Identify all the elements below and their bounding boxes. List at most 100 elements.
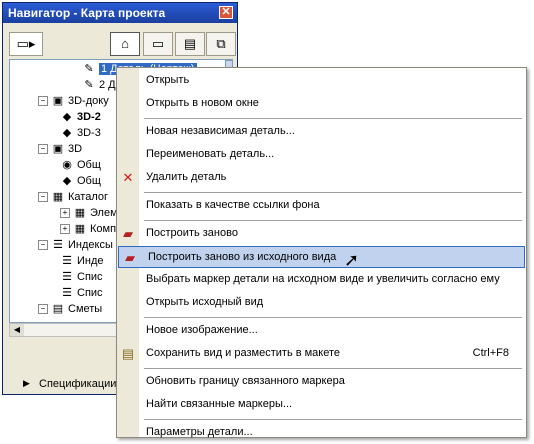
tree-item[interactable]: + ▦ Комп xyxy=(60,222,116,236)
index-icon: ☰ xyxy=(53,238,63,251)
3d-doc-folder-icon: ▣ xyxy=(52,94,64,107)
detail-icon: ✎ xyxy=(84,78,94,91)
rebuild-icon: ▰ xyxy=(123,226,133,241)
menu-item-label: Показать в качестве ссылки фона xyxy=(146,199,320,211)
specifications-label: Спецификации xyxy=(39,378,117,390)
3d-doc-icon: ◆ xyxy=(62,110,72,123)
menu-item[interactable]: Открыть xyxy=(117,70,526,92)
window-title: Навигатор - Карта проекта xyxy=(8,6,166,20)
tree-item[interactable]: ☰ Спис xyxy=(60,270,102,284)
menu-separator xyxy=(144,317,522,318)
3d-folder-icon: ▣ xyxy=(52,142,64,155)
menu-item[interactable]: Новое изображение... xyxy=(117,320,526,342)
folder-icon: ▭ xyxy=(151,36,165,51)
menu-item[interactable]: Новая независимая деталь... xyxy=(117,121,526,143)
tree-item[interactable]: ☰ Спис xyxy=(60,286,102,300)
menu-item-label: Удалить деталь xyxy=(146,171,227,183)
menu-item-label: Выбрать маркер детали на исходном виде и… xyxy=(146,273,500,285)
menu-item[interactable]: Переименовать деталь... xyxy=(117,144,526,166)
house-icon: ⌂ xyxy=(121,36,129,51)
tree-item[interactable]: ☰ Инде xyxy=(60,254,104,268)
tree-item[interactable]: + ▦ Элем xyxy=(60,206,118,220)
tree-item[interactable]: − ☰ Индексы xyxy=(38,238,113,252)
tree-item[interactable]: ◆ 3D-2 xyxy=(60,110,101,124)
menu-item-label: Построить заново из исходного вида xyxy=(148,251,337,263)
menu-item[interactable]: ▰ Построить заново из исходного вида xyxy=(118,246,525,268)
menu-item[interactable]: Обновить границу связанного маркера xyxy=(117,371,526,393)
menu-separator xyxy=(144,419,522,420)
menu-item[interactable]: ▤ Сохранить вид и разместить в макете Ctrl… xyxy=(117,343,526,365)
view-map-button[interactable]: ▭ xyxy=(143,32,173,56)
camera-icon: ◉ xyxy=(62,158,72,171)
catalog-icon: ▦ xyxy=(52,190,64,203)
menu-item[interactable]: Показать в качестве ссылки фона xyxy=(117,195,526,217)
menu-separator xyxy=(144,118,522,119)
collapse-icon[interactable]: − xyxy=(38,144,48,155)
expand-icon[interactable]: + xyxy=(60,208,70,219)
tree-item-label: 3D xyxy=(68,143,83,155)
menu-item[interactable]: ✕ Удалить деталь xyxy=(117,167,526,189)
menu-item[interactable]: Открыть в новом окне xyxy=(117,93,526,115)
tree-item-label: Общ xyxy=(77,175,101,187)
context-menu: Открыть Открыть в новом окне Новая независ… xyxy=(116,67,527,438)
tree-item[interactable]: ◆ 3D-3 xyxy=(60,126,101,140)
navigator-mode-button[interactable]: ▭▸ xyxy=(9,32,43,56)
layout-book-button[interactable]: ▤ xyxy=(175,32,205,56)
elements-icon: ▦ xyxy=(74,206,86,219)
menu-item-label: Открыть xyxy=(146,74,190,86)
tree-item[interactable]: − ▣ 3D xyxy=(38,142,82,156)
index-doc-icon: ☰ xyxy=(62,254,72,267)
expand-icon[interactable]: + xyxy=(60,224,70,235)
tree-item[interactable]: − ▦ Каталог xyxy=(38,190,108,204)
menu-item-label: Построить заново xyxy=(146,227,238,239)
tree-item-label: 3D-доку xyxy=(68,95,109,107)
tree-item-label: 3D-2 xyxy=(77,111,101,123)
menu-item-label: Открыть исходный вид xyxy=(146,296,264,308)
menu-item-label: Новое изображение... xyxy=(146,324,258,336)
menu-item[interactable]: ▰ Построить заново xyxy=(117,223,526,245)
menu-separator xyxy=(144,220,522,221)
collapse-icon[interactable]: − xyxy=(38,192,48,203)
menu-item-label: Параметры детали... xyxy=(146,426,253,438)
menu-item[interactable]: Выбрать маркер детали на исходном виде и… xyxy=(117,269,526,291)
menu-item[interactable]: Найти связанные маркеры... xyxy=(117,394,526,416)
project-map-button[interactable]: ⌂ xyxy=(110,32,140,56)
3d-doc-icon: ◆ xyxy=(62,126,72,139)
navigator-toolbar: ▭▸ ⌂ ▭ ▤ ⧉ xyxy=(3,23,237,57)
close-icon[interactable]: ✕ xyxy=(219,6,233,19)
tree-item[interactable]: ◉ Общ xyxy=(60,158,101,172)
publisher-icon: ⧉ xyxy=(216,36,226,51)
components-icon: ▦ xyxy=(74,222,86,235)
estimate-icon: ▤ xyxy=(52,302,64,315)
publisher-button[interactable]: ⧉ xyxy=(206,32,236,56)
collapse-icon[interactable]: − xyxy=(38,96,48,107)
title-bar[interactable]: Навигатор - Карта проекта ✕ xyxy=(3,3,237,23)
list-icon: ☰ xyxy=(62,270,72,283)
menu-separator xyxy=(144,368,522,369)
menu-item-label: Новая независимая деталь... xyxy=(146,125,295,137)
collapse-icon[interactable]: − xyxy=(38,240,48,251)
tree-item-label: Каталог xyxy=(68,191,108,203)
mouse-cursor-icon: ➚ xyxy=(344,250,360,270)
expand-triangle-icon[interactable]: ▶ xyxy=(23,378,30,389)
delete-icon: ✕ xyxy=(122,170,134,185)
tree-item-label: Инде xyxy=(77,255,104,267)
rebuild-from-source-icon: ▰ xyxy=(125,250,135,265)
scroll-left-icon[interactable]: ◀ xyxy=(10,324,24,336)
tree-item[interactable]: − ▤ Сметы xyxy=(38,302,102,316)
menu-item[interactable]: Параметры детали... xyxy=(117,422,526,444)
list-icon: ☰ xyxy=(62,286,72,299)
layout-book-icon: ▤ xyxy=(183,36,197,51)
menu-item[interactable]: Открыть исходный вид xyxy=(117,292,526,314)
project-map-icon: ▭▸ xyxy=(16,36,36,51)
detail-icon: ✎ xyxy=(84,62,94,75)
menu-separator xyxy=(144,192,522,193)
tree-item[interactable]: − ▣ 3D-доку xyxy=(38,94,109,108)
collapse-icon[interactable]: − xyxy=(38,304,48,315)
menu-item-shortcut: Ctrl+F8 xyxy=(472,347,509,359)
save-place-icon: ▤ xyxy=(121,346,135,361)
menu-item-label: Сохранить вид и разместить в макете xyxy=(146,347,341,359)
menu-item-label: Обновить границу связанного маркера xyxy=(146,375,345,387)
menu-item-label: Открыть в новом окне xyxy=(146,97,259,109)
tree-item[interactable]: ◆ Общ xyxy=(60,174,101,188)
